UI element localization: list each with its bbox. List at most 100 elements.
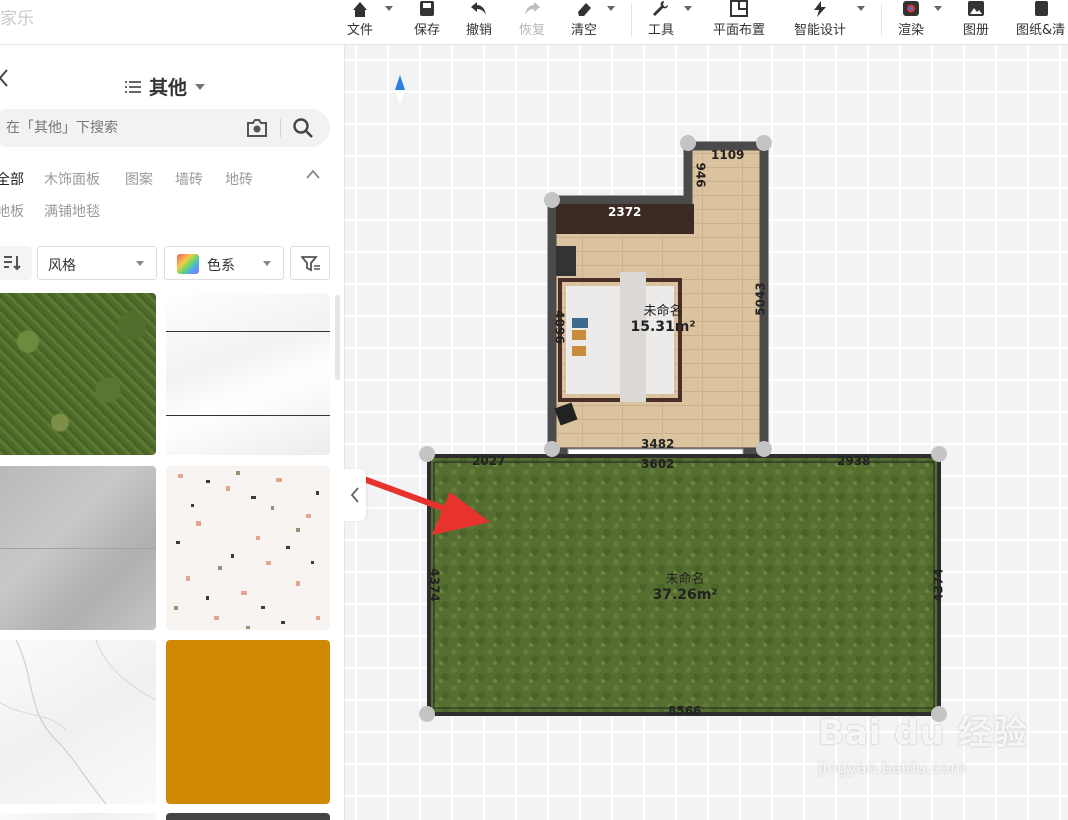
wall-node[interactable] [419, 706, 435, 722]
bed-bench[interactable] [620, 272, 646, 402]
room-label-lower[interactable]: 未命名 37.26m² [640, 568, 730, 603]
search-icon[interactable] [292, 117, 314, 139]
save-button[interactable]: 保存 [414, 0, 440, 40]
chevron-down-icon [136, 261, 144, 266]
floor-layout-label: 平面布置 [713, 23, 766, 38]
compass-icon[interactable] [395, 75, 405, 105]
pillow[interactable] [572, 318, 588, 328]
material-tile-white-marble[interactable] [0, 640, 156, 804]
undo-icon [471, 2, 486, 15]
undo-button[interactable]: 撤销 [466, 0, 492, 40]
dimension-label: 2372 [608, 205, 642, 219]
dimension-label: 946 [693, 162, 708, 188]
floor-layout-button[interactable]: 平面布置 [713, 0, 765, 40]
album-button[interactable]: 图册 [963, 0, 989, 40]
tools-menu-button[interactable]: 工具 [648, 0, 674, 40]
sort-button[interactable] [0, 246, 32, 280]
file-menu-button[interactable]: 文件 [347, 0, 373, 40]
list-icon [125, 80, 141, 93]
tile-seam [166, 415, 330, 416]
chevron-down-icon[interactable] [607, 6, 615, 11]
wall-node[interactable] [756, 441, 772, 457]
panel-collapse-button[interactable] [344, 469, 366, 521]
side-cabinet[interactable] [556, 246, 576, 276]
redo-icon [525, 2, 540, 15]
style-dropdown[interactable]: 风格 [37, 246, 157, 280]
dimension-label: 4096 [552, 310, 567, 344]
material-tile-white-marble-lines[interactable] [166, 293, 330, 455]
back-button[interactable] [0, 67, 16, 91]
dimension-label: 2938 [837, 454, 871, 468]
filter-chip-all[interactable]: 全部 [0, 169, 24, 189]
marble-veins [0, 640, 156, 804]
smart-design-button[interactable]: 智能设计 [794, 0, 846, 40]
wall-node[interactable] [756, 135, 772, 151]
dimension-label: 1109 [711, 148, 745, 162]
wall-node[interactable] [931, 446, 947, 462]
tile-seam [166, 331, 330, 332]
chevron-down-icon[interactable] [684, 6, 692, 11]
filter-chip-wood-floor[interactable]: 地板 [0, 201, 24, 221]
chevron-left-icon [0, 69, 8, 87]
wall-node[interactable] [544, 441, 560, 457]
clear-button[interactable]: 清空 [571, 0, 597, 40]
material-panel: 其他 全部 木饰面板 图案 墙砖 地砖 地板 满铺地毯 风格 色系 [0, 45, 345, 820]
save-icon [420, 1, 434, 16]
material-tile-grey-stone[interactable] [0, 466, 156, 630]
material-tile-grass[interactable] [0, 293, 156, 455]
undo-label: 撤销 [466, 23, 493, 38]
category-name: 其他 [149, 77, 188, 99]
tools-label: 工具 [648, 23, 675, 38]
save-label: 保存 [414, 23, 441, 38]
dimension-label: 2027 [472, 454, 506, 468]
filter-chip-wood-panel[interactable]: 木饰面板 [44, 169, 100, 189]
redo-button[interactable]: 恢复 [519, 0, 545, 40]
style-dropdown-label: 风格 [48, 258, 76, 274]
chevron-up-icon[interactable] [306, 169, 320, 179]
chevron-left-icon [350, 487, 359, 503]
color-dropdown[interactable]: 色系 [164, 246, 284, 280]
file-menu-label: 文件 [347, 23, 374, 38]
pillow[interactable] [572, 330, 586, 340]
filter-chip-floor-tile[interactable]: 地砖 [225, 169, 253, 189]
redo-label: 恢复 [519, 23, 546, 38]
dimension-label: 5043 [753, 282, 768, 316]
baidu-watermark: Bai du 经验 jingyan.baidu.com [818, 705, 1028, 777]
color-swatch-icon [177, 254, 199, 274]
material-tile-orange[interactable] [166, 640, 330, 804]
clear-label: 清空 [571, 23, 598, 38]
room-name: 未命名 [643, 304, 683, 319]
chevron-down-icon[interactable] [934, 6, 942, 11]
panel-scrollbar[interactable] [335, 295, 340, 380]
top-toolbar: 家乐 文件 保存 撤销 恢复 清空 工具 平面布置 智能设计 渲染 图册 图纸&… [0, 0, 1068, 45]
pillow[interactable] [572, 346, 586, 356]
smart-design-label: 智能设计 [794, 23, 847, 38]
filter-chip-pattern[interactable]: 图案 [125, 169, 153, 189]
room-area: 37.26m² [652, 587, 718, 603]
filter-chip-wall-tile[interactable]: 墙砖 [175, 169, 203, 189]
eraser-icon [578, 3, 591, 16]
material-tile-partial[interactable] [0, 813, 156, 820]
camera-icon[interactable] [246, 118, 268, 138]
room-label-upper[interactable]: 未命名 15.31m² [620, 300, 706, 335]
filter-icon [301, 256, 320, 272]
material-tile-terrazzo[interactable] [166, 466, 330, 630]
drawings-list-button[interactable]: 图纸&清 [1016, 0, 1065, 40]
drawings-icon [1034, 1, 1048, 16]
filter-chip-carpet[interactable]: 满铺地毯 [44, 201, 100, 221]
chevron-down-icon[interactable] [857, 6, 865, 11]
advanced-filter-button[interactable] [290, 246, 330, 280]
chevron-down-icon[interactable] [385, 6, 393, 11]
dimension-label: 4374 [427, 568, 442, 602]
toolbar-divider [881, 4, 882, 36]
wall-node[interactable] [419, 446, 435, 462]
wall-node[interactable] [680, 135, 696, 151]
dimension-label: 3602 [641, 457, 675, 471]
sort-icon [4, 256, 21, 271]
category-title[interactable]: 其他 [125, 73, 206, 100]
wall-node[interactable] [544, 192, 560, 208]
dimension-label: 8566 [668, 704, 702, 718]
search-input[interactable] [6, 118, 226, 138]
render-button[interactable]: 渲染 [898, 0, 924, 40]
material-tile-dark-stone[interactable] [166, 813, 330, 820]
